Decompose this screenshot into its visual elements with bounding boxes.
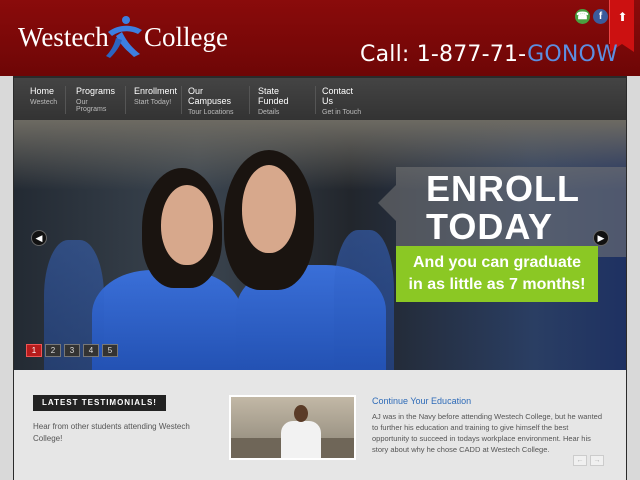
up-arrow-icon: ⬆ bbox=[617, 10, 628, 24]
video-thumbnail[interactable] bbox=[229, 395, 356, 460]
slide-dot-2[interactable]: 2 bbox=[45, 344, 61, 357]
runner-logo-icon bbox=[106, 16, 142, 58]
student-right-face bbox=[242, 165, 296, 253]
testimonials-intro: Hear from other students attending Weste… bbox=[33, 422, 190, 443]
nav-item-enrollment[interactable]: Enrollment Start Today! bbox=[124, 86, 182, 114]
thumbnail-person-body bbox=[281, 421, 321, 458]
slide-dot-4[interactable]: 4 bbox=[83, 344, 99, 357]
nav-item-state-funded[interactable]: State Funded Details bbox=[248, 86, 316, 116]
nav-item-programs[interactable]: Programs Our Programs bbox=[66, 86, 126, 114]
logo-word-college: College bbox=[144, 22, 228, 52]
graduate-line-2: in as little as 7 months! bbox=[408, 276, 586, 293]
testimonial-prev-button[interactable]: ← bbox=[573, 455, 587, 466]
logo-word-westech: Westech bbox=[18, 22, 109, 52]
facebook-icon[interactable]: f bbox=[593, 9, 608, 24]
nav-item-contact[interactable]: Contact Us Get in Touch bbox=[312, 86, 372, 116]
testimonial-next-button[interactable]: → bbox=[590, 455, 604, 466]
continue-education-body: AJ was in the Navy before attending West… bbox=[372, 412, 602, 454]
main-nav: Home Westech Programs Our Programs Enrol… bbox=[14, 78, 626, 120]
graduate-line-1: And you can graduate bbox=[412, 254, 582, 271]
student-left-face bbox=[161, 185, 213, 265]
slider-prev-button[interactable]: ◀ bbox=[31, 230, 47, 246]
enroll-banner[interactable]: ENROLL TODAY bbox=[378, 167, 626, 257]
thumbnail-person-head bbox=[294, 405, 308, 422]
slide-dot-5[interactable]: 5 bbox=[102, 344, 118, 357]
slide-dot-1[interactable]: 1 bbox=[26, 344, 42, 357]
slider-next-button[interactable]: ▶ bbox=[593, 230, 609, 246]
slide-dot-3[interactable]: 3 bbox=[64, 344, 80, 357]
enroll-line-2: TODAY bbox=[426, 206, 554, 247]
phone-icon[interactable]: ☎ bbox=[575, 9, 590, 24]
scroll-top-ribbon[interactable]: ⬆ bbox=[609, 0, 634, 52]
enroll-line-1: ENROLL bbox=[426, 168, 580, 209]
graduate-banner[interactable]: And you can graduate in as little as 7 m… bbox=[396, 246, 598, 302]
college-logo[interactable]: Westech College bbox=[18, 14, 228, 58]
call-number[interactable]: Call: 1-877-71-GONOW bbox=[360, 42, 618, 67]
nav-item-home[interactable]: Home Westech bbox=[20, 86, 66, 114]
nav-item-campuses[interactable]: Our Campuses Tour Locations bbox=[178, 86, 250, 116]
continue-education-title[interactable]: Continue Your Education bbox=[372, 396, 471, 406]
background-student bbox=[334, 230, 394, 370]
testimonials-badge: LATEST TESTIMONIALS! bbox=[33, 395, 166, 411]
